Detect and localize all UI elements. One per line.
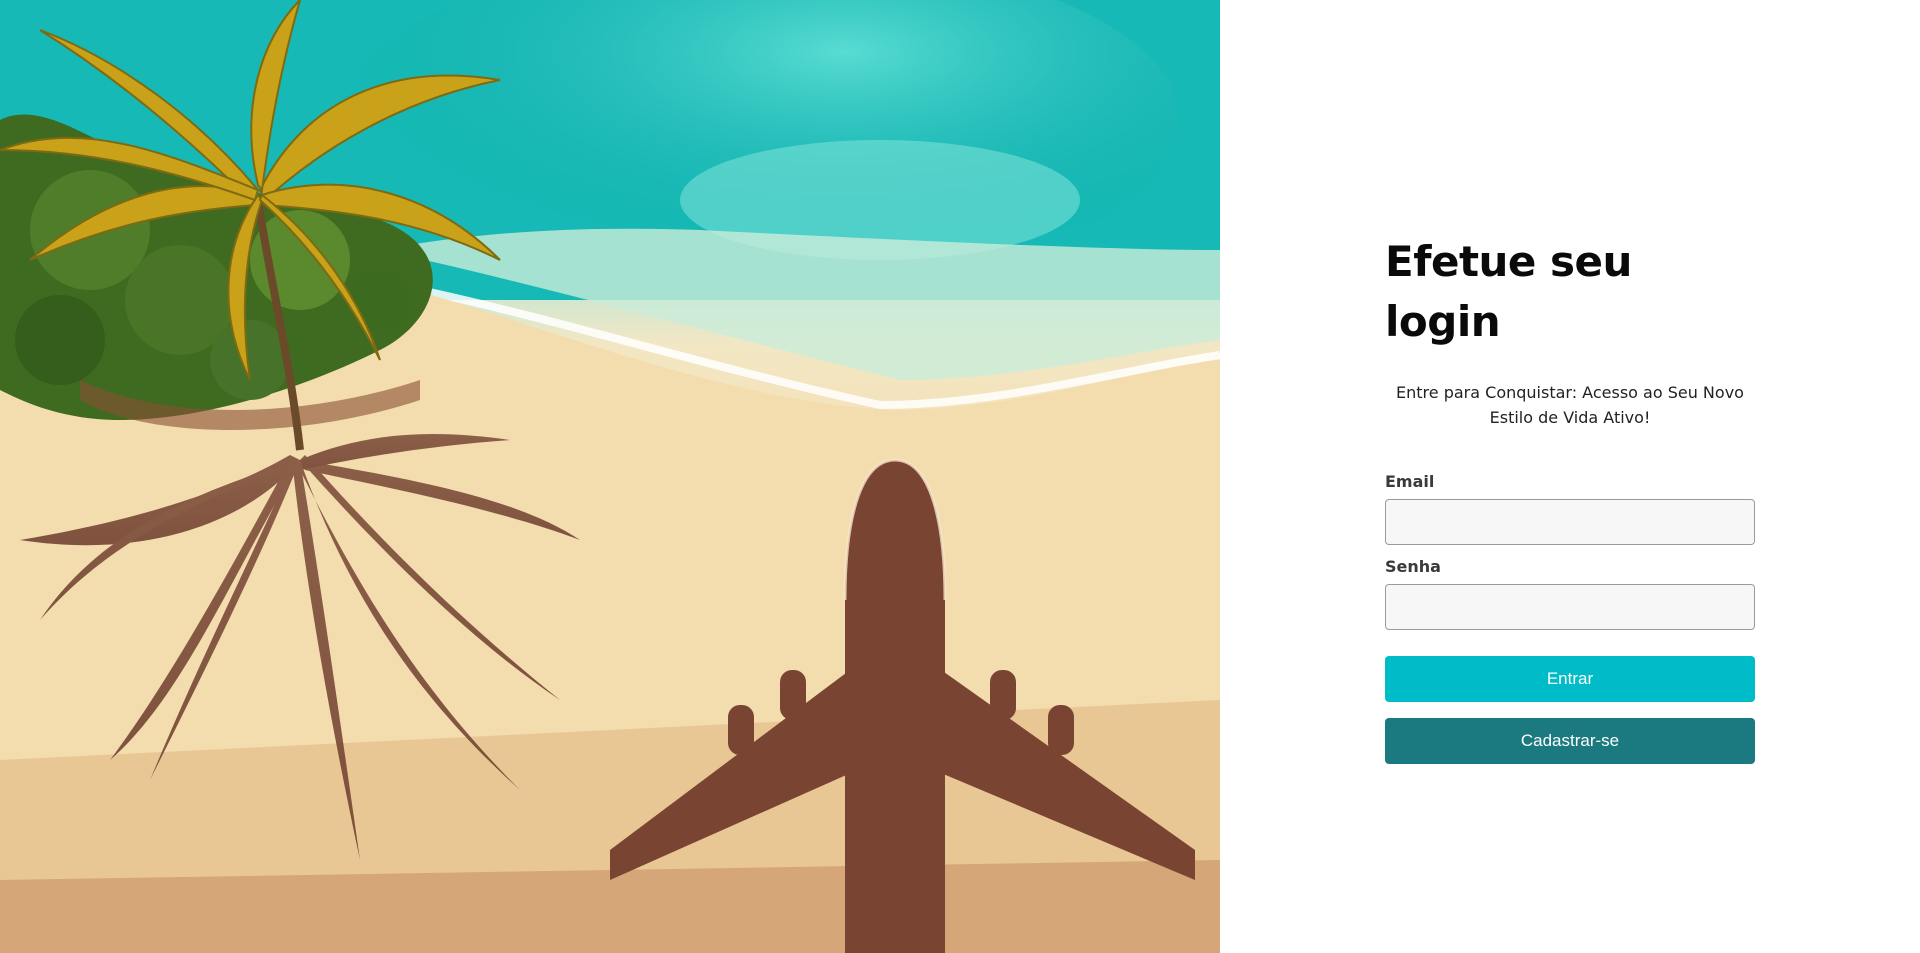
email-field[interactable] bbox=[1385, 499, 1755, 545]
login-page: Efetue seu login Entre para Conquistar: … bbox=[0, 0, 1920, 953]
login-form: Efetue seu login Entre para Conquistar: … bbox=[1385, 232, 1755, 764]
login-button[interactable]: Entrar bbox=[1385, 656, 1755, 702]
page-title: Efetue seu login bbox=[1385, 237, 1632, 346]
password-label: Senha bbox=[1385, 557, 1441, 576]
beach-illustration bbox=[0, 0, 1220, 953]
register-button[interactable]: Cadastrar-se bbox=[1385, 718, 1755, 764]
password-field[interactable] bbox=[1385, 584, 1755, 630]
login-panel: Efetue seu login Entre para Conquistar: … bbox=[1220, 0, 1920, 953]
hero-image bbox=[0, 0, 1220, 953]
email-label: Email bbox=[1385, 472, 1435, 491]
page-subtitle: Entre para Conquistar: Acesso ao Seu Nov… bbox=[1396, 383, 1744, 427]
